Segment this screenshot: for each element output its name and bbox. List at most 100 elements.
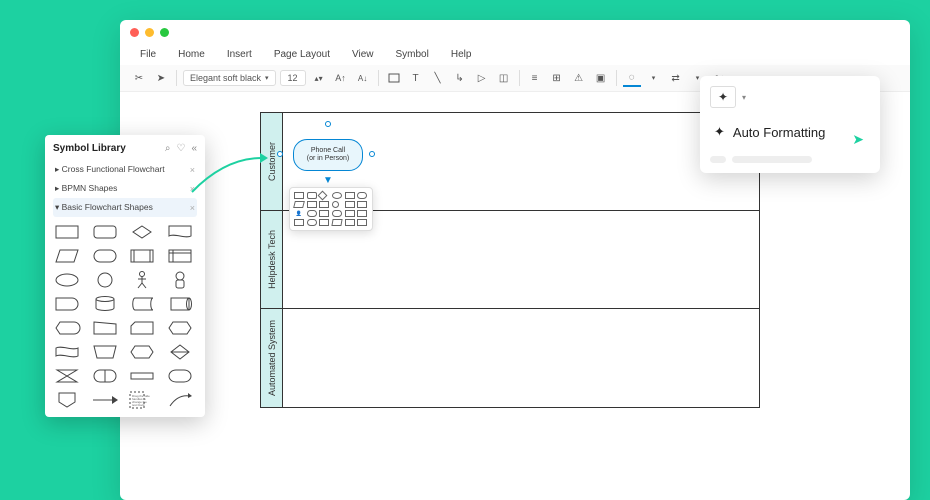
shape-circle[interactable]: [91, 271, 119, 289]
increase-font-icon[interactable]: A↑: [332, 69, 350, 87]
search-icon[interactable]: ⌕: [165, 143, 171, 154]
shape-parallelogram[interactable]: [53, 247, 81, 265]
shape-merge[interactable]: [166, 367, 194, 385]
annotation-tool-icon[interactable]: ⚠: [570, 69, 588, 87]
chevron-down-icon[interactable]: ▾: [645, 69, 663, 87]
library-category[interactable]: ▸ Cross Functional Flowchart×: [53, 160, 197, 179]
mini-shape[interactable]: [294, 192, 304, 199]
menu-help[interactable]: Help: [441, 46, 482, 63]
text-tool-icon[interactable]: T: [407, 69, 425, 87]
mini-shape[interactable]: [307, 201, 317, 208]
shape-rounded[interactable]: [91, 223, 119, 241]
shape-stored[interactable]: [128, 295, 156, 313]
lane-body[interactable]: Phone Call (or in Person) ▼ 👤: [283, 113, 759, 210]
mini-shape[interactable]: [293, 201, 305, 208]
shape-delay[interactable]: [53, 295, 81, 313]
flowchart-shape-terminator[interactable]: Phone Call (or in Person): [293, 139, 363, 171]
category-label: Basic Flowchart Shapes: [62, 202, 153, 212]
shape-tape[interactable]: [53, 343, 81, 361]
chevron-down-icon[interactable]: ▾: [742, 93, 746, 102]
font-size[interactable]: 12: [280, 70, 306, 86]
rect-tool-icon[interactable]: [385, 69, 403, 87]
lane-body[interactable]: [283, 211, 759, 308]
shape-offpage[interactable]: [53, 391, 81, 409]
shape-manual2[interactable]: [91, 343, 119, 361]
shape-junction[interactable]: [128, 367, 156, 385]
cut-icon[interactable]: ✂: [130, 69, 148, 87]
shape-display[interactable]: [53, 319, 81, 337]
heart-icon[interactable]: ♡: [176, 143, 185, 154]
menu-pagelayout[interactable]: Page Layout: [264, 46, 340, 63]
shape-document[interactable]: [166, 223, 194, 241]
mini-shape[interactable]: [318, 191, 328, 201]
shape-predefined[interactable]: [128, 247, 156, 265]
shape-or[interactable]: [91, 367, 119, 385]
connector-tool-icon[interactable]: ↳: [451, 69, 469, 87]
font-selector[interactable]: Elegant soft black▾: [183, 70, 276, 86]
decrease-font-icon[interactable]: A↓: [354, 69, 372, 87]
lane-label: Helpdesk Tech: [267, 230, 277, 289]
shape-grid: Drag the sidehandles tochange thetext bl…: [53, 223, 197, 409]
fill-color-icon[interactable]: ◌: [623, 69, 641, 87]
shape-arrow[interactable]: [91, 391, 119, 409]
mini-shape[interactable]: [332, 192, 342, 199]
mini-shape[interactable]: [332, 201, 339, 208]
cursor-icon[interactable]: ➤: [152, 69, 170, 87]
group-tool-icon[interactable]: ▣: [592, 69, 610, 87]
line-tool-icon[interactable]: ╲: [429, 69, 447, 87]
menu-home[interactable]: Home: [168, 46, 215, 63]
pointer-tool-icon[interactable]: ▷: [473, 69, 491, 87]
swimlane-customer: Customer Phone Call (or in Person) ▼ 👤: [261, 113, 759, 211]
shape-internal[interactable]: [166, 247, 194, 265]
mini-shape[interactable]: [307, 192, 317, 199]
menu-symbol[interactable]: Symbol: [386, 46, 439, 63]
menu-bar: File Home Insert Page Layout View Symbol…: [120, 44, 910, 65]
shape-process[interactable]: [53, 223, 81, 241]
category-label: BPMN Shapes: [62, 183, 118, 193]
shape-curve[interactable]: [166, 391, 194, 409]
lane-header-automated[interactable]: Automated System: [261, 309, 283, 407]
connection-handle[interactable]: [277, 151, 283, 157]
shape-keying[interactable]: [166, 271, 194, 289]
close-dot[interactable]: [130, 28, 139, 37]
shape-terminator[interactable]: [91, 247, 119, 265]
shape-loop[interactable]: [166, 319, 194, 337]
maximize-dot[interactable]: [160, 28, 169, 37]
distribute-tool-icon[interactable]: ⊞: [548, 69, 566, 87]
mini-shape[interactable]: [345, 201, 355, 208]
menu-file[interactable]: File: [130, 46, 166, 63]
size-stepper-icon[interactable]: ▴▾: [310, 69, 328, 87]
swap-icon[interactable]: ⇄: [667, 69, 685, 87]
connection-handle[interactable]: [369, 151, 375, 157]
shape-manual[interactable]: [91, 319, 119, 337]
chevron-down-icon: ▾: [265, 74, 269, 82]
mini-shape[interactable]: [357, 201, 367, 208]
shape-collate[interactable]: [53, 367, 81, 385]
align-tool-icon[interactable]: ≡: [526, 69, 544, 87]
shape-sort[interactable]: [166, 343, 194, 361]
auto-format-option[interactable]: ✦ Auto Formatting ➤: [710, 118, 870, 146]
library-category[interactable]: ▾ Basic Flowchart Shapes×: [53, 198, 197, 217]
mini-shape[interactable]: [345, 192, 355, 199]
shape-prep[interactable]: [128, 343, 156, 361]
shape-decision[interactable]: [128, 223, 156, 241]
shape-direct[interactable]: [166, 295, 194, 313]
lane-body[interactable]: [283, 309, 759, 407]
menu-insert[interactable]: Insert: [217, 46, 262, 63]
sparkle-button[interactable]: ✦: [710, 86, 736, 108]
shape-card[interactable]: [128, 319, 156, 337]
shape-annotation[interactable]: Drag the sidehandles tochange thetext bl…: [128, 391, 156, 409]
shape-database[interactable]: [91, 295, 119, 313]
layer-tool-icon[interactable]: ◫: [495, 69, 513, 87]
connection-handle[interactable]: [325, 121, 331, 127]
mini-shape[interactable]: [319, 201, 329, 208]
mini-shape[interactable]: [357, 192, 367, 199]
menu-view[interactable]: View: [342, 46, 384, 63]
dropdown-arrow-icon[interactable]: ▼: [323, 175, 333, 186]
minimize-dot[interactable]: [145, 28, 154, 37]
close-icon[interactable]: ×: [190, 203, 195, 213]
lane-header-helpdesk[interactable]: Helpdesk Tech: [261, 211, 283, 308]
shape-actor[interactable]: [128, 271, 156, 289]
shape-ellipse[interactable]: [53, 271, 81, 289]
library-category[interactable]: ▸ BPMN Shapes×: [53, 179, 197, 198]
